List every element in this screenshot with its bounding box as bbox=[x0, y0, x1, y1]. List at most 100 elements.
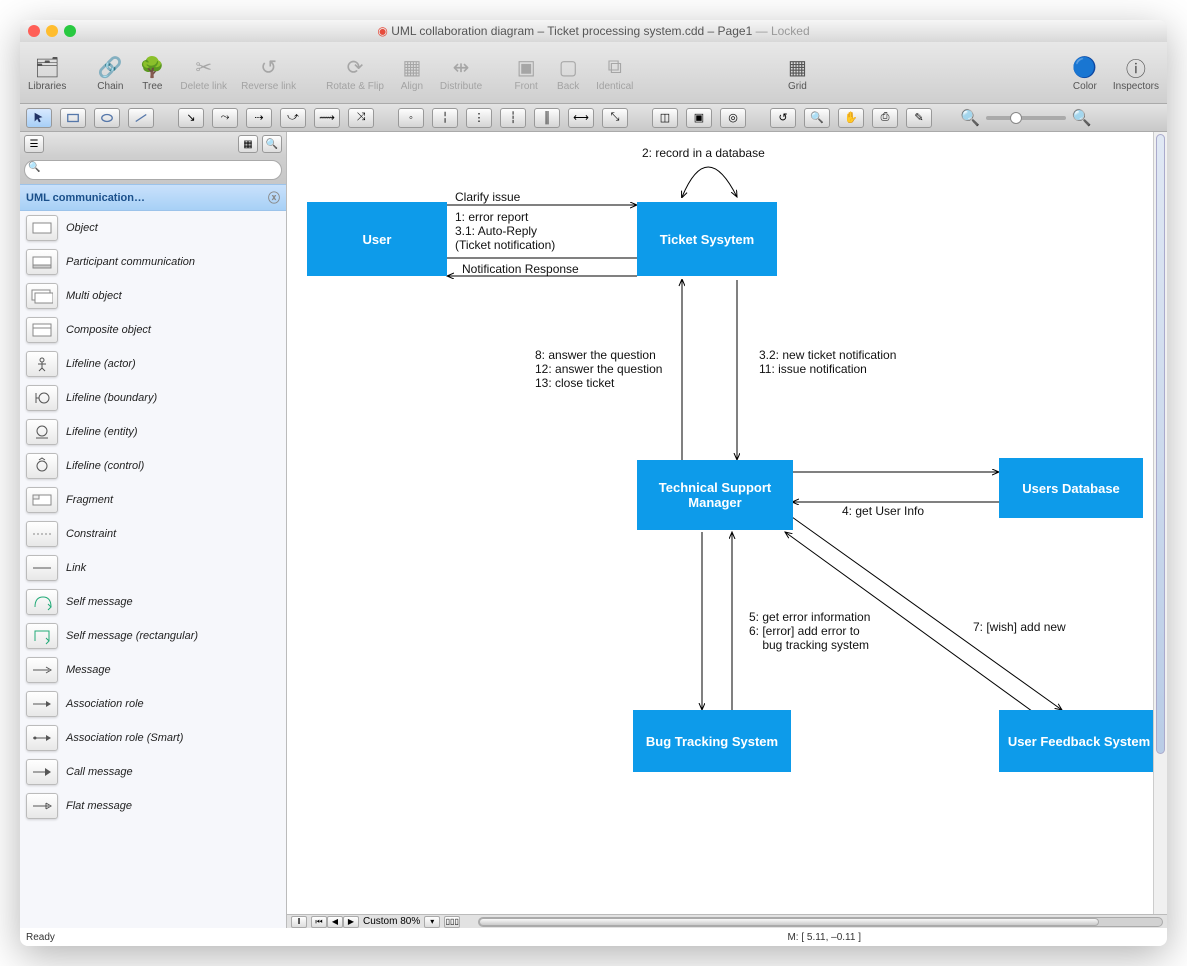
zoom-out-icon[interactable]: 🔍 bbox=[960, 108, 980, 128]
node-ticket-system[interactable]: Ticket Sysytem bbox=[637, 202, 777, 276]
label-wish: 7: [wish] add new bbox=[973, 620, 1066, 634]
tool-strip: ↘ ⤳ ⇢ ⤻ ⟿ ⤨ ◦ ╎ ⋮ ┆ ║ ⟷ ⤡ ◫ ▣ ◎ ↺ 🔍 ✋ ⎙ … bbox=[20, 104, 1167, 132]
shape-thumb bbox=[26, 623, 58, 649]
conn-mode-3[interactable]: ⋮ bbox=[466, 108, 492, 128]
reverse-link-button[interactable]: ↺Reverse link bbox=[241, 53, 296, 92]
tree-button[interactable]: 🌳Tree bbox=[138, 53, 166, 92]
line-tool[interactable] bbox=[128, 108, 154, 128]
nav-1[interactable]: ↺ bbox=[770, 108, 796, 128]
zoom-track[interactable] bbox=[986, 116, 1066, 120]
shape-item[interactable]: Association role bbox=[20, 687, 286, 721]
shape-list[interactable]: ObjectParticipant communication Multi obj… bbox=[20, 211, 286, 928]
shape-label: Association role bbox=[66, 698, 144, 710]
chain-button[interactable]: 🔗Chain bbox=[96, 53, 124, 92]
delete-link-button[interactable]: ✂Delete link bbox=[180, 53, 227, 92]
library-close-icon[interactable]: ⓧ bbox=[268, 189, 280, 206]
connector-5[interactable]: ⟿ bbox=[314, 108, 340, 128]
shape-thumb bbox=[26, 283, 58, 309]
align-button[interactable]: ▦Align bbox=[398, 53, 426, 92]
shape-item[interactable]: Self message (rectangular) bbox=[20, 619, 286, 653]
group-1[interactable]: ◫ bbox=[652, 108, 678, 128]
search-input[interactable] bbox=[24, 160, 282, 180]
node-users-db[interactable]: Users Database bbox=[999, 458, 1143, 518]
rotate-icon: ⟳ bbox=[341, 53, 369, 81]
ellipse-tool[interactable] bbox=[94, 108, 120, 128]
shape-item[interactable]: Link bbox=[20, 551, 286, 585]
conn-mode-5[interactable]: ║ bbox=[534, 108, 560, 128]
conn-mode-1[interactable]: ◦ bbox=[398, 108, 424, 128]
rect-tool[interactable] bbox=[60, 108, 86, 128]
shape-item[interactable]: Lifeline (actor) bbox=[20, 347, 286, 381]
zoom-thumb[interactable] bbox=[1010, 112, 1022, 124]
shape-thumb bbox=[26, 453, 58, 479]
shape-thumb bbox=[26, 691, 58, 717]
shape-item[interactable]: Association role (Smart) bbox=[20, 721, 286, 755]
hscroll-grip[interactable] bbox=[479, 918, 1099, 926]
shape-item[interactable]: Object bbox=[20, 211, 286, 245]
identical-button[interactable]: ⧉Identical bbox=[596, 53, 633, 92]
label-8-12-13: 8: answer the question 12: answer the qu… bbox=[535, 348, 662, 390]
color-button[interactable]: 🔵Color bbox=[1071, 53, 1099, 92]
connector-1[interactable]: ↘ bbox=[178, 108, 204, 128]
inspectors-button[interactable]: ⓘInspectors bbox=[1113, 53, 1159, 92]
shape-item[interactable]: Flat message bbox=[20, 789, 286, 823]
conn-mode-6[interactable]: ⟷ bbox=[568, 108, 594, 128]
libraries-button[interactable]: 🗂Libraries bbox=[28, 53, 66, 92]
status-mouse: M: [ 5.11, –0.11 ] bbox=[787, 932, 861, 943]
shape-item[interactable]: Participant communication bbox=[20, 245, 286, 279]
shape-item[interactable]: Lifeline (entity) bbox=[20, 415, 286, 449]
distribute-button[interactable]: ⇹Distribute bbox=[440, 53, 482, 92]
shape-thumb bbox=[26, 487, 58, 513]
group-2[interactable]: ▣ bbox=[686, 108, 712, 128]
shape-thumb bbox=[26, 419, 58, 445]
connector-6[interactable]: ⤨ bbox=[348, 108, 374, 128]
hscroll-track[interactable] bbox=[478, 917, 1163, 927]
shape-item[interactable]: Message bbox=[20, 653, 286, 687]
back-button[interactable]: ▢Back bbox=[554, 53, 582, 92]
conn-mode-7[interactable]: ⤡ bbox=[602, 108, 628, 128]
scrollbar-grip[interactable] bbox=[1156, 134, 1165, 754]
node-user-feedback[interactable]: User Feedback System bbox=[999, 710, 1159, 772]
shape-item[interactable]: Composite object bbox=[20, 313, 286, 347]
vertical-scrollbar[interactable] bbox=[1153, 132, 1167, 914]
shape-item[interactable]: Lifeline (boundary) bbox=[20, 381, 286, 415]
diagram-canvas[interactable]: User Ticket Sysytem Technical Support Ma… bbox=[287, 132, 1167, 914]
shape-label: Association role (Smart) bbox=[66, 732, 183, 744]
pointer-tool[interactable] bbox=[26, 108, 52, 128]
sidebar-search-btn[interactable]: 🔍 bbox=[262, 135, 282, 153]
pan-tool[interactable]: ✋ bbox=[838, 108, 864, 128]
front-button[interactable]: ▣Front bbox=[512, 53, 540, 92]
grid-button[interactable]: ▦Grid bbox=[783, 53, 811, 92]
shape-thumb bbox=[26, 215, 58, 241]
back-icon: ▢ bbox=[554, 53, 582, 81]
conn-mode-2[interactable]: ╎ bbox=[432, 108, 458, 128]
sidebar-grid-btn[interactable]: ▦ bbox=[238, 135, 258, 153]
group-3[interactable]: ◎ bbox=[720, 108, 746, 128]
library-title: UML communication… bbox=[26, 192, 145, 204]
zoom-in-icon[interactable]: 🔍 bbox=[1072, 108, 1092, 128]
library-header[interactable]: UML communication… ⓧ bbox=[20, 184, 286, 211]
node-user[interactable]: User bbox=[307, 202, 447, 276]
zoom-slider[interactable]: 🔍 🔍 bbox=[960, 108, 1092, 128]
shape-item[interactable]: Fragment bbox=[20, 483, 286, 517]
nav-2[interactable]: 🔍 bbox=[804, 108, 830, 128]
nav-5[interactable]: ✎ bbox=[906, 108, 932, 128]
shape-item[interactable]: Multi object bbox=[20, 279, 286, 313]
nav-4[interactable]: ⎙ bbox=[872, 108, 898, 128]
connector-3[interactable]: ⇢ bbox=[246, 108, 272, 128]
node-tsm[interactable]: Technical Support Manager bbox=[637, 460, 793, 530]
shape-item[interactable]: Self message bbox=[20, 585, 286, 619]
conn-mode-4[interactable]: ┆ bbox=[500, 108, 526, 128]
rotate-flip-button[interactable]: ⟳Rotate & Flip bbox=[326, 53, 384, 92]
zoom-label[interactable]: Custom 80% bbox=[363, 916, 420, 927]
connector-4[interactable]: ⤻ bbox=[280, 108, 306, 128]
shape-item[interactable]: Lifeline (control) bbox=[20, 449, 286, 483]
shape-label: Multi object bbox=[66, 290, 122, 302]
shape-item[interactable]: Call message bbox=[20, 755, 286, 789]
node-bug-tracking[interactable]: Bug Tracking System bbox=[633, 710, 791, 772]
sidebar-view-btn[interactable]: ☰ bbox=[24, 135, 44, 153]
shape-thumb bbox=[26, 385, 58, 411]
inspectors-icon: ⓘ bbox=[1122, 53, 1150, 81]
connector-2[interactable]: ⤳ bbox=[212, 108, 238, 128]
shape-item[interactable]: Constraint bbox=[20, 517, 286, 551]
